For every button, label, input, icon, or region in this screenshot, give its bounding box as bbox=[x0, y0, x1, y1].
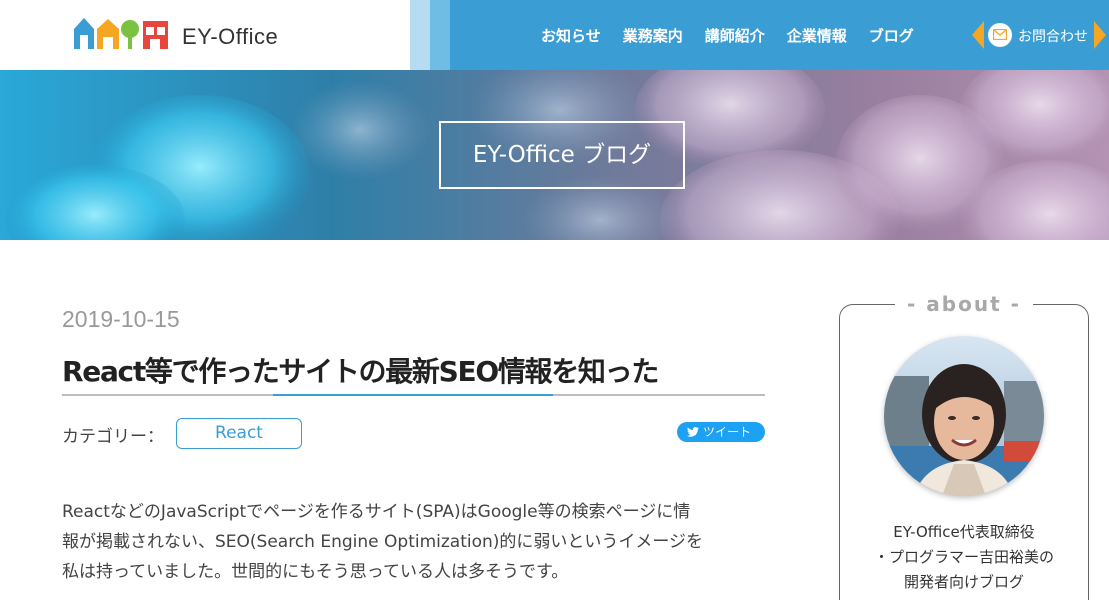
title-underline bbox=[62, 394, 765, 396]
twitter-bird-icon bbox=[687, 427, 699, 437]
post-body-line: 報が掲載されない、SEO(Search Engine Optimization)… bbox=[62, 532, 704, 552]
contact-left-arrow-icon bbox=[972, 21, 984, 49]
about-heading: - about - bbox=[895, 290, 1033, 318]
about-line: EY-Office代表取締役 bbox=[893, 523, 1035, 541]
header-stripe-mid bbox=[430, 0, 450, 70]
post-body-line: ReactなどのJavaScriptでページを作るサイト(SPA)はGoogle… bbox=[62, 502, 691, 522]
tweet-label: ツイート bbox=[703, 425, 752, 439]
post-body-line: 私は持っていました。世間的にもそう思っている人は多そうです。 bbox=[62, 562, 569, 582]
about-line: 開発者向けブログ bbox=[903, 573, 1024, 591]
contact-right-arrow-icon bbox=[1094, 21, 1106, 49]
nav-item-news[interactable]: お知らせ bbox=[541, 25, 601, 46]
nav-item-company[interactable]: 企業情報 bbox=[787, 25, 847, 46]
post-body: ReactなどのJavaScriptでページを作るサイト(SPA)はGoogle… bbox=[62, 497, 768, 587]
logo-icon[interactable] bbox=[72, 15, 170, 51]
about-line: ・プログラマー吉田裕美の bbox=[873, 548, 1054, 566]
category-label: カテゴリー： bbox=[62, 427, 164, 447]
nav-item-blog[interactable]: ブログ bbox=[869, 25, 914, 46]
header-stripe-light bbox=[410, 0, 430, 70]
post-title: React等で作ったサイトの最新SEO情報を知った bbox=[62, 355, 659, 388]
nav-item-services[interactable]: 業務案内 bbox=[623, 25, 683, 46]
contact-button[interactable]: お問合わせ bbox=[972, 18, 1106, 52]
site-header: EY-Office お知らせ 業務案内 講師紹介 企業情報 ブログ お問合わせ bbox=[0, 0, 1109, 70]
author-photo bbox=[884, 336, 1044, 496]
hero-title: EY-Office ブログ bbox=[439, 121, 685, 189]
about-text: EY-Office代表取締役 ・プログラマー吉田裕美の 開発者向けブログ bbox=[842, 520, 1086, 595]
contact-label: お問合わせ bbox=[1018, 29, 1088, 45]
main-nav: お知らせ 業務案内 講師紹介 企業情報 ブログ bbox=[530, 0, 925, 70]
hero-banner: EY-Office ブログ bbox=[0, 70, 1109, 240]
post-date: 2019-10-15 bbox=[62, 306, 180, 332]
logo-text[interactable]: EY-Office bbox=[182, 24, 278, 50]
nav-item-instructors[interactable]: 講師紹介 bbox=[705, 25, 765, 46]
mail-icon bbox=[988, 23, 1012, 47]
title-underline-accent bbox=[273, 394, 553, 396]
tweet-button[interactable]: ツイート bbox=[677, 422, 765, 442]
category-tag-react[interactable]: React bbox=[176, 418, 302, 449]
